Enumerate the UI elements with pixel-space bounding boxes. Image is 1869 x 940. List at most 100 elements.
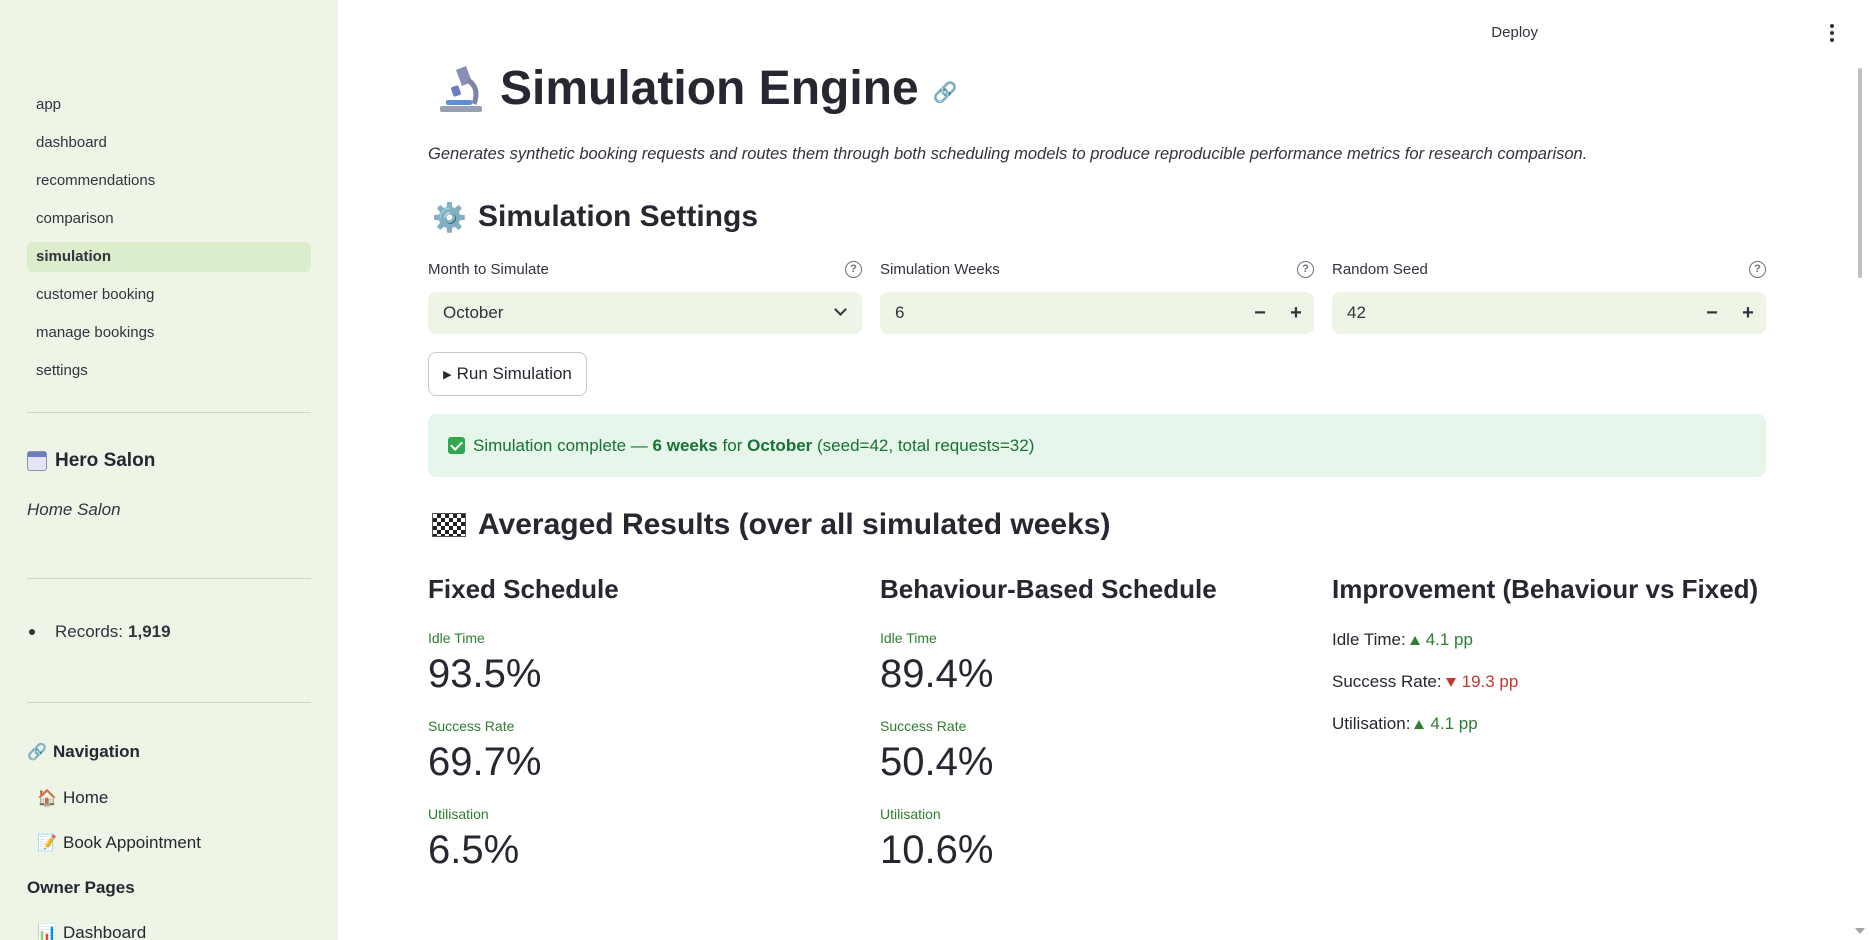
fixed-schedule-title: Fixed Schedule: [428, 574, 619, 604]
page-nav-list: app dashboard recommendations comparison…: [27, 90, 311, 394]
success-prefix: Simulation complete —: [473, 435, 648, 455]
nav-link-book-label: Book Appointment: [63, 833, 201, 852]
link-icon: 🔗: [27, 744, 47, 761]
microscope-icon: [440, 66, 482, 112]
calendar-icon: [27, 451, 47, 471]
sidebar-item-recommendations[interactable]: recommendations: [27, 166, 311, 196]
owner-pages-heading: Owner Pages: [27, 878, 135, 897]
arrow-down-icon: [1445, 677, 1456, 687]
success-weeks: 6 weeks: [652, 435, 718, 455]
check-icon: [448, 437, 465, 454]
improvement-label: Utilisation:: [1332, 714, 1411, 733]
behaviour-schedule-column: Behaviour-Based Schedule Idle Time 89.4%…: [880, 574, 1320, 872]
play-icon: ▶: [443, 368, 452, 381]
records-label: Records:: [55, 622, 124, 641]
arrow-up-icon: [1409, 635, 1420, 645]
success-suffix: (seed=42, total requests=32): [817, 435, 1035, 455]
records-count: Records: 1,919: [27, 622, 171, 642]
salon-title: Hero Salon: [27, 450, 155, 472]
fixed-schedule-column: Fixed Schedule Idle Time 93.5% Success R…: [428, 574, 868, 872]
sidebar-item-app[interactable]: app: [27, 90, 311, 120]
success-alert: Simulation complete — 6 weeks for Octobe…: [428, 414, 1766, 477]
settings-heading-text: Simulation Settings: [478, 200, 759, 233]
sidebar-item-comparison[interactable]: comparison: [27, 204, 311, 234]
navigation-heading-text: Navigation: [53, 742, 140, 761]
bullet-icon: [29, 629, 35, 635]
gear-icon: ⚙️: [432, 201, 467, 233]
nav-link-home-label: Home: [63, 788, 109, 807]
month-select-field: Month to Simulate ? October: [428, 260, 862, 334]
decrement-button[interactable]: −: [1242, 292, 1278, 334]
metric-label: Utilisation: [880, 806, 941, 822]
improvement-delta: 19.3 pp: [1461, 672, 1519, 691]
sidebar-item-settings[interactable]: settings: [27, 356, 311, 386]
help-icon[interactable]: ?: [1297, 261, 1314, 278]
nav-link-dashboard-label: Dashboard: [63, 923, 147, 940]
weeks-field: Simulation Weeks ? 6 − +: [880, 260, 1314, 334]
weeks-value: 6: [895, 303, 905, 322]
metric-value: 93.5%: [428, 652, 542, 696]
deploy-button[interactable]: Deploy: [1491, 24, 1538, 41]
sidebar-item-customer-booking[interactable]: customer booking: [27, 280, 311, 310]
page-description: Generates synthetic booking requests and…: [428, 145, 1588, 163]
metric-label: Success Rate: [428, 718, 515, 734]
memo-icon: 📝: [37, 835, 57, 852]
page-title: Simulation Engine 🔗: [432, 60, 958, 116]
metric-value: 89.4%: [880, 652, 994, 696]
arrow-up-icon: [1414, 719, 1425, 729]
house-icon: 🏠: [37, 790, 57, 807]
improvement-success: Success Rate: 19.3 pp: [1332, 672, 1772, 692]
nav-link-home[interactable]: 🏠 Home: [37, 788, 108, 808]
improvement-label: Idle Time:: [1332, 630, 1406, 649]
improvement-idle: Idle Time: 4.1 pp: [1332, 630, 1772, 650]
behaviour-schedule-title: Behaviour-Based Schedule: [880, 574, 1217, 604]
metric-value: 10.6%: [880, 828, 994, 872]
run-simulation-label: Run Simulation: [456, 364, 572, 383]
improvement-title: Improvement (Behaviour vs Fixed): [1332, 574, 1759, 604]
improvement-column: Improvement (Behaviour vs Fixed) Idle Ti…: [1332, 574, 1772, 734]
success-month: October: [747, 435, 813, 455]
settings-heading: ⚙️ Simulation Settings: [432, 200, 758, 234]
scroll-down-arrow-icon[interactable]: [1855, 928, 1865, 934]
weeks-input[interactable]: 6 − +: [880, 292, 1314, 334]
sidebar: app dashboard recommendations comparison…: [0, 0, 338, 940]
month-label: Month to Simulate: [428, 261, 549, 278]
improvement-delta: 4.1 pp: [1430, 714, 1478, 733]
more-options-icon[interactable]: [1828, 24, 1836, 42]
scrollbar-thumb[interactable]: [1858, 68, 1862, 278]
sidebar-item-manage-bookings[interactable]: manage bookings: [27, 318, 311, 348]
seed-value: 42: [1347, 303, 1366, 322]
anchor-link-icon[interactable]: 🔗: [933, 80, 958, 105]
seed-label: Random Seed: [1332, 261, 1428, 278]
metric-label: Success Rate: [880, 718, 967, 734]
sidebar-item-dashboard[interactable]: dashboard: [27, 128, 311, 158]
sidebar-divider: [27, 702, 311, 703]
page-title-text: Simulation Engine: [500, 61, 919, 115]
metric-label: Utilisation: [428, 806, 489, 822]
help-icon[interactable]: ?: [1749, 261, 1766, 278]
help-icon[interactable]: ?: [845, 261, 862, 278]
month-select[interactable]: October: [428, 292, 862, 334]
nav-link-book-appointment[interactable]: 📝 Book Appointment: [37, 833, 201, 853]
metric-value: 50.4%: [880, 740, 994, 784]
seed-input[interactable]: 42 − +: [1332, 292, 1766, 334]
seed-field: Random Seed ? 42 − +: [1332, 260, 1766, 334]
success-for: for: [722, 435, 743, 455]
improvement-utilisation: Utilisation: 4.1 pp: [1332, 714, 1772, 734]
weeks-label: Simulation Weeks: [880, 261, 1000, 278]
metric-label: Idle Time: [880, 630, 937, 646]
sidebar-item-simulation[interactable]: simulation: [27, 242, 311, 272]
chevron-down-icon: [834, 303, 847, 316]
month-value: October: [443, 303, 504, 322]
increment-button[interactable]: +: [1730, 292, 1766, 334]
improvement-label: Success Rate:: [1332, 672, 1442, 691]
improvement-delta: 4.1 pp: [1425, 630, 1473, 649]
run-simulation-button[interactable]: ▶ Run Simulation: [428, 352, 587, 396]
navigation-heading: 🔗 Navigation: [27, 742, 140, 762]
results-heading-text: Averaged Results (over all simulated wee…: [478, 508, 1111, 541]
metric-value: 69.7%: [428, 740, 542, 784]
nav-link-dashboard[interactable]: 📊 Dashboard: [37, 923, 146, 940]
metric-label: Idle Time: [428, 630, 485, 646]
decrement-button[interactable]: −: [1694, 292, 1730, 334]
increment-button[interactable]: +: [1278, 292, 1314, 334]
